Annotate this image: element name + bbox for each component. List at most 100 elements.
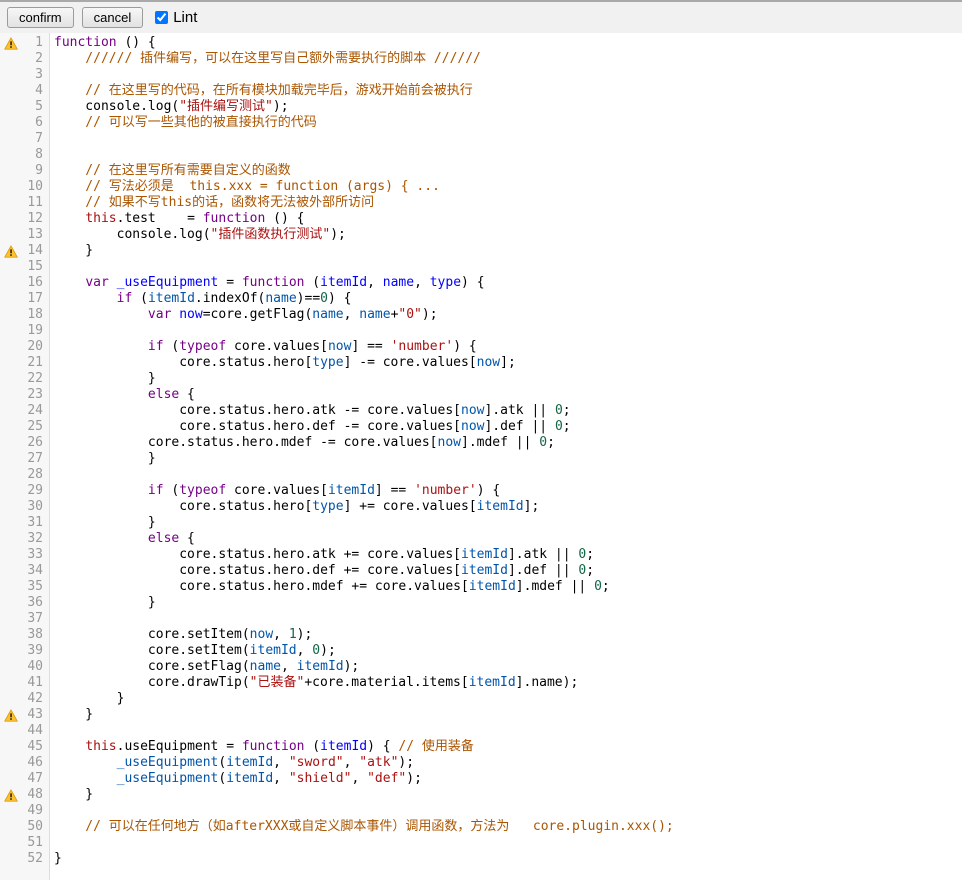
code-line-text[interactable]: core.drawTip("已装备"+core.material.items[i… <box>48 675 962 691</box>
code-line-text[interactable]: if (typeof core.values[now] == 'number')… <box>48 339 962 355</box>
code-line-text[interactable]: _useEquipment(itemId, "shield", "def"); <box>48 771 962 787</box>
lint-warning-icon[interactable] <box>0 243 22 259</box>
code-line: 16 var _useEquipment = function (itemId,… <box>0 275 962 291</box>
code-line-text[interactable]: } <box>48 595 962 611</box>
line-number: 49 <box>22 803 48 819</box>
code-line: 51 <box>0 835 962 851</box>
code-line-text[interactable]: // 可以在任何地方（如afterXXX或自定义脚本事件）调用函数，方法为 co… <box>48 819 962 835</box>
code-line-text[interactable]: // 写法必须是 this.xxx = function (args) { ..… <box>48 179 962 195</box>
code-line-text[interactable]: core.status.hero.mdef += core.values[ite… <box>48 579 962 595</box>
code-line: 14 } <box>0 243 962 259</box>
line-number: 36 <box>22 595 48 611</box>
lint-warning-icon[interactable] <box>0 35 22 51</box>
code-line-text[interactable]: core.status.hero.atk += core.values[item… <box>48 547 962 563</box>
code-line-text[interactable]: if (itemId.indexOf(name)==0) { <box>48 291 962 307</box>
code-line: 38 core.setItem(now, 1); <box>0 627 962 643</box>
code-line-text[interactable]: core.status.hero[type] += core.values[it… <box>48 499 962 515</box>
code-line: 31 } <box>0 515 962 531</box>
line-number: 10 <box>22 179 48 195</box>
line-number: 15 <box>22 259 48 275</box>
line-number: 25 <box>22 419 48 435</box>
code-line: 21 core.status.hero[type] -= core.values… <box>0 355 962 371</box>
code-line-text[interactable]: core.status.hero.atk -= core.values[now]… <box>48 403 962 419</box>
code-line: 34 core.status.hero.def += core.values[i… <box>0 563 962 579</box>
code-line: 37 <box>0 611 962 627</box>
gutter-marker-cell <box>0 803 22 819</box>
code-line-text[interactable]: if (typeof core.values[itemId] == 'numbe… <box>48 483 962 499</box>
gutter-marker-cell <box>0 531 22 547</box>
gutter-marker-cell <box>0 339 22 355</box>
lint-label[interactable]: Lint <box>173 9 197 26</box>
code-line-text[interactable] <box>48 803 962 819</box>
code-line-text[interactable]: // 在这里写的代码，在所有模块加载完毕后，游戏开始前会被执行 <box>48 83 962 99</box>
code-line-text[interactable]: } <box>48 371 962 387</box>
code-line-text[interactable]: var now=core.getFlag(name, name+"0"); <box>48 307 962 323</box>
code-line-text[interactable]: core.status.hero.mdef -= core.values[now… <box>48 435 962 451</box>
code-line-text[interactable]: core.status.hero.def += core.values[item… <box>48 563 962 579</box>
code-editor[interactable]: 1function () {2 ////// 插件编写，可以在这里写自己额外需要… <box>0 33 962 880</box>
code-line-text[interactable] <box>48 259 962 275</box>
code-line-text[interactable] <box>48 67 962 83</box>
code-line-text[interactable]: this.useEquipment = function (itemId) { … <box>48 739 962 755</box>
line-number: 48 <box>22 787 48 803</box>
code-line-text[interactable]: core.setItem(itemId, 0); <box>48 643 962 659</box>
code-line-text[interactable]: core.status.hero[type] -= core.values[no… <box>48 355 962 371</box>
code-line-text[interactable]: // 如果不写this的话，函数将无法被外部所访问 <box>48 195 962 211</box>
gutter-marker-cell <box>0 51 22 67</box>
line-number: 28 <box>22 467 48 483</box>
code-line-text[interactable]: _useEquipment(itemId, "sword", "atk"); <box>48 755 962 771</box>
line-number: 4 <box>22 83 48 99</box>
code-line-text[interactable] <box>48 323 962 339</box>
line-number: 12 <box>22 211 48 227</box>
line-number: 1 <box>22 35 48 51</box>
code-line-text[interactable]: } <box>48 515 962 531</box>
line-number: 2 <box>22 51 48 67</box>
code-line: 4 // 在这里写的代码，在所有模块加载完毕后，游戏开始前会被执行 <box>0 83 962 99</box>
code-line: 8 <box>0 147 962 163</box>
lint-warning-icon[interactable] <box>0 787 22 803</box>
confirm-button[interactable]: confirm <box>7 7 74 28</box>
line-number: 37 <box>22 611 48 627</box>
code-line-text[interactable]: function () { <box>48 35 962 51</box>
code-line-text[interactable]: } <box>48 691 962 707</box>
code-line-text[interactable]: } <box>48 451 962 467</box>
code-line-text[interactable]: } <box>48 707 962 723</box>
code-line-text[interactable] <box>48 835 962 851</box>
code-line-text[interactable]: core.setItem(now, 1); <box>48 627 962 643</box>
code-line-text[interactable] <box>48 611 962 627</box>
code-line-text[interactable]: else { <box>48 531 962 547</box>
code-line-text[interactable] <box>48 131 962 147</box>
lint-toggle: Lint <box>155 9 197 26</box>
code-line-text[interactable]: } <box>48 787 962 803</box>
code-line-text[interactable]: ////// 插件编写，可以在这里写自己额外需要执行的脚本 ////// <box>48 51 962 67</box>
code-line-text[interactable]: } <box>48 851 962 867</box>
code-line-text[interactable]: core.status.hero.def -= core.values[now]… <box>48 419 962 435</box>
code-line: 45 this.useEquipment = function (itemId)… <box>0 739 962 755</box>
line-number: 29 <box>22 483 48 499</box>
code-line-text[interactable]: var _useEquipment = function (itemId, na… <box>48 275 962 291</box>
code-line-text[interactable]: // 在这里写所有需要自定义的函数 <box>48 163 962 179</box>
code-line-text[interactable] <box>48 467 962 483</box>
code-line-text[interactable]: core.setFlag(name, itemId); <box>48 659 962 675</box>
line-number: 51 <box>22 835 48 851</box>
code-line: 20 if (typeof core.values[now] == 'numbe… <box>0 339 962 355</box>
code-line-text[interactable] <box>48 147 962 163</box>
code-line-text[interactable]: else { <box>48 387 962 403</box>
code-line: 17 if (itemId.indexOf(name)==0) { <box>0 291 962 307</box>
gutter-marker-cell <box>0 691 22 707</box>
gutter-marker-cell <box>0 675 22 691</box>
gutter-marker-cell <box>0 195 22 211</box>
code-line-text[interactable] <box>48 723 962 739</box>
code-line-text[interactable]: this.test = function () { <box>48 211 962 227</box>
code-line-text[interactable]: // 可以写一些其他的被直接执行的代码 <box>48 115 962 131</box>
code-line-text[interactable]: console.log("插件编写测试"); <box>48 99 962 115</box>
gutter-marker-cell <box>0 435 22 451</box>
lint-warning-icon[interactable] <box>0 707 22 723</box>
code-line-text[interactable]: console.log("插件函数执行测试"); <box>48 227 962 243</box>
cancel-button[interactable]: cancel <box>82 7 144 28</box>
line-number: 34 <box>22 563 48 579</box>
lint-checkbox[interactable] <box>155 11 168 24</box>
code-line-text[interactable]: } <box>48 243 962 259</box>
code-line: 15 <box>0 259 962 275</box>
code-line: 5 console.log("插件编写测试"); <box>0 99 962 115</box>
